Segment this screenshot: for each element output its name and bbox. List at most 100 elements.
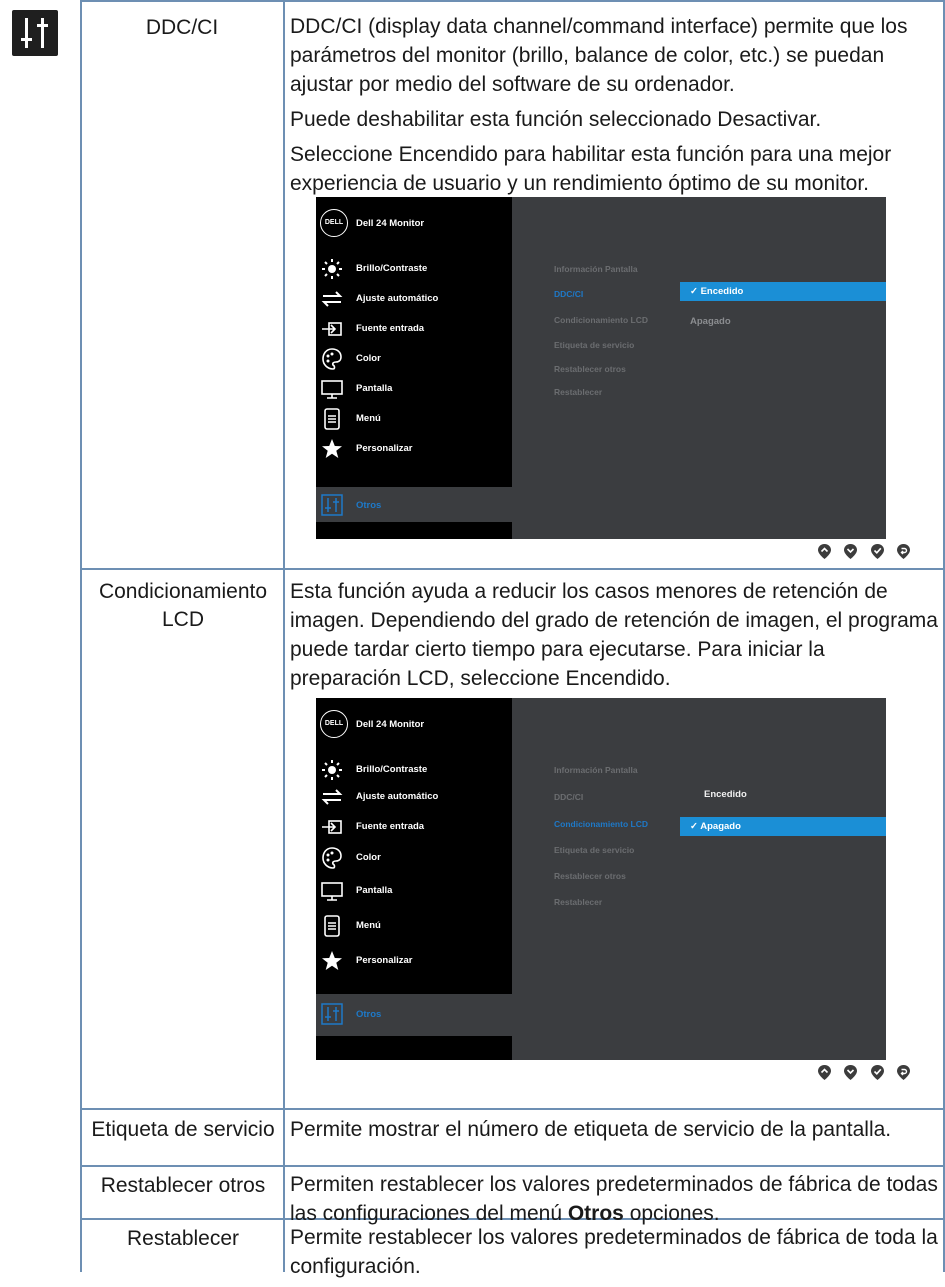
paragraph: Permiten restablecer los valores predete… [290, 1173, 938, 1225]
row-border [80, 0, 945, 2]
osd-item-display: Pantalla [316, 375, 512, 405]
osd-title: Dell 24 Monitor [356, 218, 425, 229]
down-icon [844, 544, 858, 559]
osd-item-display: Pantalla [316, 877, 512, 907]
osd-item-auto-adjust: Ajuste automático [316, 285, 512, 315]
star-icon [322, 439, 342, 458]
osd-item-color: Color [316, 844, 512, 874]
color-icon [322, 847, 342, 869]
down-icon [844, 1065, 858, 1080]
osd-item-label: Pantalla [356, 383, 393, 394]
paragraph: Permite mostrar el número de etiqueta de… [290, 1118, 892, 1141]
osd-item-others: Otros [316, 994, 512, 1036]
osd-item-label: Fuente entrada [356, 323, 425, 334]
others-icon [321, 494, 343, 516]
osd-item-label: Personalizar [356, 443, 413, 454]
color-icon [322, 348, 342, 370]
osd-sub-info: Información Pantalla [554, 765, 638, 775]
display-icon [321, 882, 343, 901]
osd-item-brightness: Brillo/Contraste [316, 255, 512, 285]
osd-option-off-selected: ✓ Apagado [680, 817, 886, 836]
osd-sub-ddcci: DDC/CI [554, 792, 584, 802]
paragraph: Puede deshabilitar esta función seleccio… [290, 108, 822, 131]
paragraph: Permite restablecer los valores predeter… [290, 1226, 938, 1278]
auto-adjust-icon [321, 789, 343, 805]
osd-item-label: Brillo/Contraste [356, 764, 428, 775]
check-icon [870, 544, 884, 559]
osd-item-menu: Menú [316, 912, 512, 942]
osd-title: Dell 24 Monitor [356, 719, 425, 730]
osd-item-label: Ajuste automático [356, 791, 439, 802]
back-icon [897, 544, 911, 559]
nav-buttons [810, 1064, 911, 1086]
osd-item-label: Color [356, 852, 381, 863]
osd-sub-reset-others: Restablecer otros [554, 871, 626, 881]
input-source-icon [322, 322, 342, 336]
osd-sub-info: Información Pantalla [554, 264, 638, 274]
paragraph: Seleccione Encendido para habilitar esta… [290, 143, 892, 195]
osd-item-others: Otros [316, 487, 512, 522]
menu-icon [324, 408, 340, 430]
osd-screenshot-ddcci: DELL Dell 24 Monitor Brillo/Contraste Aj… [316, 197, 886, 539]
row-border [80, 1165, 945, 1167]
osd-item-color: Color [316, 345, 512, 375]
osd-item-input-source: Fuente entrada [316, 813, 512, 843]
row-border [80, 1108, 945, 1110]
table-divider [283, 0, 285, 1272]
nav-buttons [810, 543, 911, 565]
osd-item-label: Otros [356, 500, 382, 511]
osd-item-label: Color [356, 353, 381, 364]
brightness-icon [322, 760, 342, 780]
star-icon [322, 951, 342, 970]
up-icon [818, 1065, 831, 1080]
up-icon [818, 544, 831, 559]
osd-sub-service-tag: Etiqueta de servicio [554, 340, 635, 350]
osd-sub-lcd: Condicionamiento LCD [554, 819, 648, 829]
osd-item-menu: Menú [316, 405, 512, 435]
others-section-icon [12, 10, 58, 56]
osd-item-label: Ajuste automático [356, 293, 439, 304]
osd-option-on-selected: ✓ Encedido [680, 282, 886, 301]
back-icon [897, 1065, 911, 1080]
dell-logo: DELL [320, 710, 348, 738]
osd-sub-reset: Restablecer [554, 387, 603, 397]
row-name-reset: Restablecer [126, 1227, 240, 1250]
osd-item-brightness: Brillo/Contraste [316, 756, 512, 786]
input-source-icon [322, 820, 342, 834]
paragraph: DDC/CI (display data channel/command int… [290, 15, 908, 96]
osd-item-label: Menú [356, 920, 381, 931]
row-name-lcd-conditioning: Condicionamiento LCD [98, 580, 268, 631]
osd-item-label: Menú [356, 413, 381, 424]
osd-item-label: Brillo/Contraste [356, 263, 428, 274]
row-desc-service-tag: Permite mostrar el número de etiqueta de… [290, 1115, 940, 1150]
paragraph: Esta función ayuda a reducir los casos m… [290, 580, 938, 690]
menu-icon [324, 915, 340, 937]
osd-item-label: Personalizar [356, 955, 413, 966]
brightness-icon [322, 259, 342, 279]
others-icon [321, 1003, 343, 1025]
osd-item-label: Fuente entrada [356, 821, 425, 832]
osd-item-personalize: Personalizar [316, 947, 512, 977]
osd-option-off: Apagado [690, 316, 731, 327]
osd-sub-reset: Restablecer [554, 897, 603, 907]
auto-adjust-icon [321, 291, 343, 307]
osd-item-label: Otros [356, 1009, 382, 1020]
row-border [80, 568, 945, 570]
osd-screenshot-lcd: DELL Dell 24 Monitor Brillo/Contraste Aj… [316, 698, 886, 1060]
osd-sub-lcd: Condicionamiento LCD [554, 315, 648, 325]
manual-page: DDC/CI DDC/CI (display data channel/comm… [0, 0, 945, 1278]
row-name-reset-others: Restablecer otros [100, 1174, 266, 1197]
display-icon [321, 380, 343, 399]
row-desc-reset: Permite restablecer los valores predeter… [290, 1223, 940, 1287]
osd-option-on: Encedido [704, 789, 747, 800]
osd-item-label: Pantalla [356, 885, 393, 896]
osd-item-input-source: Fuente entrada [316, 315, 512, 345]
row-desc-ddcci: DDC/CI (display data channel/command int… [290, 12, 940, 204]
row-name-service-tag: Etiqueta de servicio [91, 1118, 275, 1141]
row-desc-lcd-conditioning: Esta función ayuda a reducir los casos m… [290, 577, 940, 699]
check-icon [870, 1065, 884, 1080]
osd-sub-ddcci: DDC/CI [554, 289, 584, 299]
table-border-left [80, 0, 82, 1272]
osd-item-personalize: Personalizar [316, 435, 512, 465]
bold-term: Otros [567, 1202, 624, 1225]
